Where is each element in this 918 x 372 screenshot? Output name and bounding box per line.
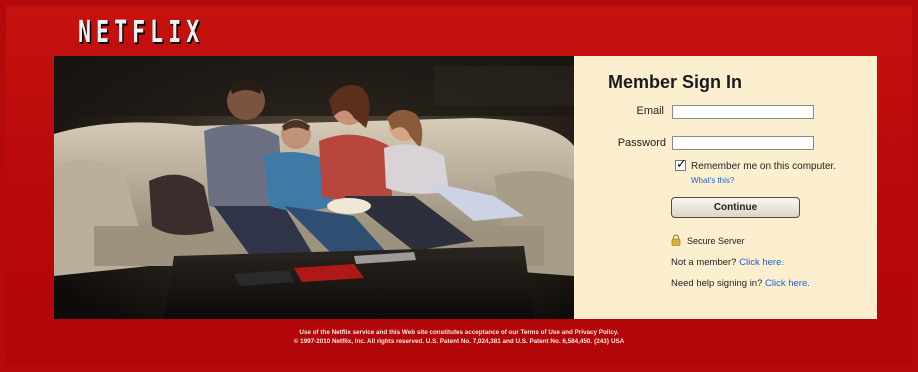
password-field[interactable] [672,136,814,150]
hero-image [54,56,574,319]
lock-icon [671,234,681,246]
footer: Use of the Netflix service and this Web … [6,328,912,346]
footer-and: and [561,329,573,336]
help-text: Need help signing in? [671,278,763,289]
remember-me-checkbox[interactable]: ✓ [675,156,687,171]
footer-text: Use of the Netflix service and this Web … [299,329,519,336]
email-field[interactable] [672,105,814,119]
join-link[interactable]: Click here. [739,257,784,268]
help-link[interactable]: Click here. [765,278,810,289]
signin-title: Member Sign In [608,72,743,92]
secure-server-label: Secure Server [687,236,745,246]
footer-line-1: Use of the Netflix service and this Web … [6,328,912,337]
privacy-link[interactable]: Privacy Policy. [575,329,619,336]
terms-link[interactable]: Terms of Use [520,329,559,336]
help-line: Need help signing in? Click here. [671,278,810,289]
footer-line-2: © 1997-2010 Netflix, Inc. All rights res… [293,338,625,345]
continue-button[interactable]: Continue [671,197,800,218]
not-member-line: Not a member? Click here. [671,257,784,268]
whats-this-link[interactable]: What's this? [691,176,734,185]
not-member-text: Not a member? [671,257,737,268]
signin-panel: Member Sign In Email Password ✓ Remember… [574,56,877,319]
page: NETFLIX Member Sign In Email Password ✓ … [6,6,912,366]
password-label: Password [617,137,666,149]
checkmark-icon: ✓ [676,156,687,171]
email-label: Email [636,105,664,117]
remember-me-label[interactable]: Remember me on this computer. [691,161,836,172]
netflix-logo[interactable]: NETFLIX [78,15,204,50]
